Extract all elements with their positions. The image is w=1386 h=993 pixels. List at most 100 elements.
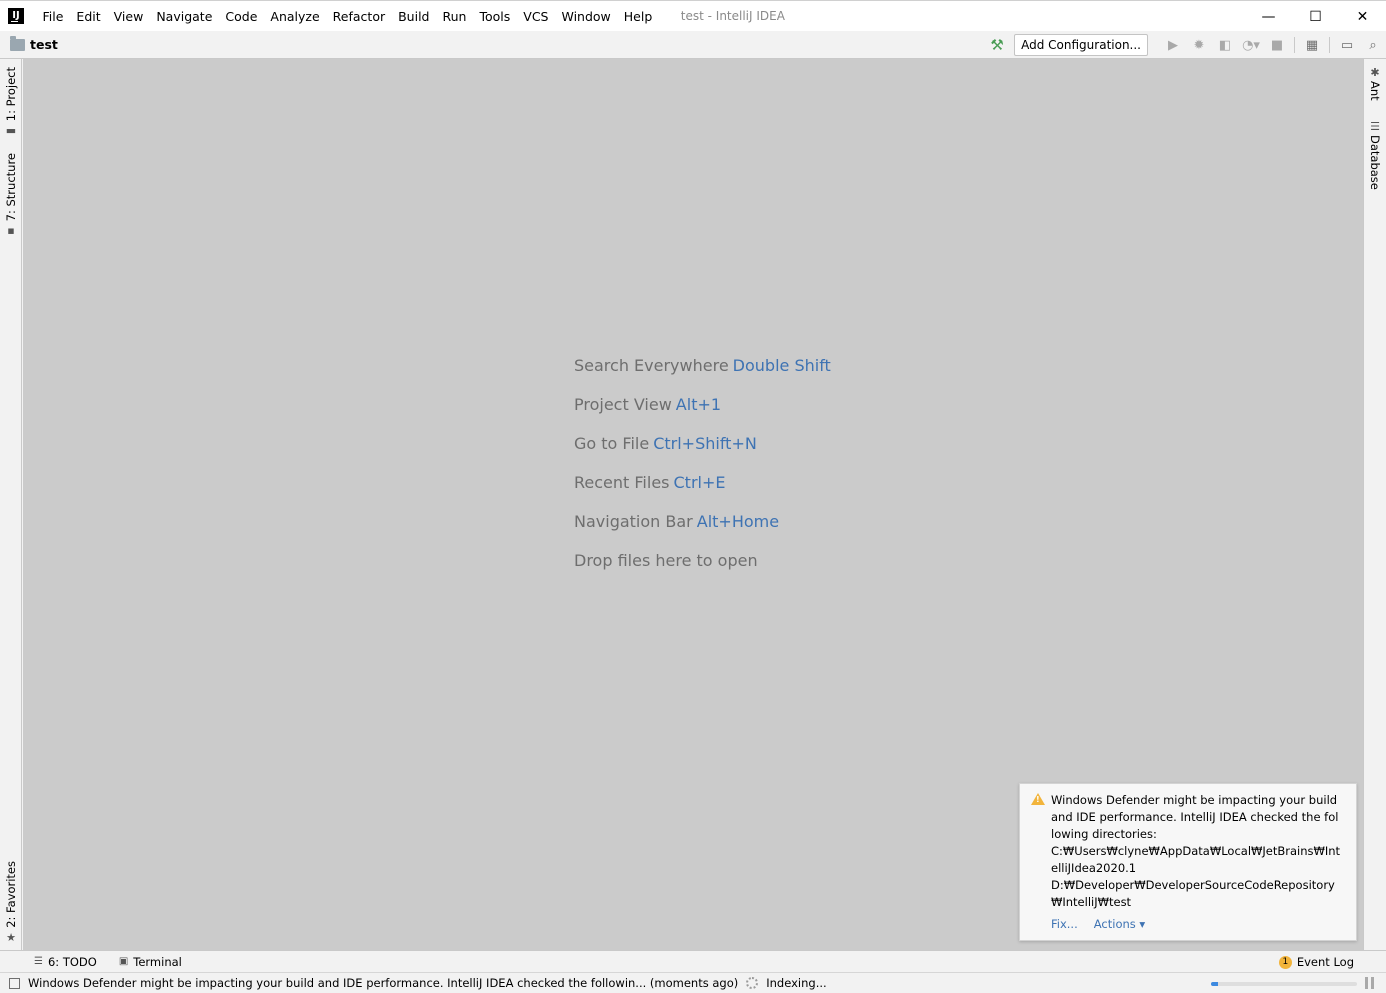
project-name: test [30, 37, 58, 52]
tab-database-label: Database [1368, 135, 1382, 190]
hint-text: Go to File [574, 434, 650, 453]
minimize-button[interactable]: — [1245, 1, 1292, 32]
spinner-icon [746, 977, 759, 989]
tab-ant[interactable]: ✱ Ant [1364, 67, 1386, 101]
folder-icon [10, 35, 25, 51]
hint-project-view: Project View Alt+1 [574, 394, 831, 433]
menu-code[interactable]: Code [219, 1, 264, 32]
menu-tools[interactable]: Tools [473, 1, 517, 32]
indexing-label[interactable]: Indexing... [766, 976, 826, 990]
project-breadcrumb[interactable]: test [10, 35, 58, 52]
profile-icon[interactable]: ◔▾ [1238, 34, 1264, 56]
tab-event-log-label: Event Log [1296, 955, 1354, 969]
tab-terminal-label: Terminal [133, 954, 182, 969]
main-menu: File Edit View Navigate Code Analyze Ref… [36, 1, 659, 32]
hint-shortcut: Alt+Home [696, 512, 780, 531]
windows-defender-notification: ! Windows Defender might be impacting yo… [1019, 783, 1357, 941]
todo-icon: ☰ [34, 956, 43, 967]
window-controls: — ☐ ✕ [1245, 1, 1386, 32]
tab-favorites[interactable]: 2: Favorites ★ [0, 861, 22, 943]
title-bar: IJ File Edit View Navigate Code Analyze … [0, 0, 1386, 31]
menu-window[interactable]: Window [555, 1, 617, 32]
menu-vcs[interactable]: VCS [517, 1, 555, 32]
intellij-app-icon[interactable]: IJ [8, 8, 24, 24]
notification-body: Windows Defender might be impacting your… [1051, 792, 1341, 911]
tab-structure-label: 7: Structure [4, 153, 18, 222]
notification-message: Windows Defender might be impacting your… [1051, 793, 1339, 841]
project-structure-icon[interactable]: ▦ [1299, 34, 1325, 56]
database-icon: ☰ [1370, 120, 1380, 133]
debug-icon[interactable]: ✹ [1186, 34, 1212, 56]
editor-hints: Search Everywhere Double Shift Project Vi… [574, 355, 831, 589]
toolbar-actions: ⚒ Add Configuration... ▶ ✹ ◧ ◔▾ ■ ▦ ▭ ⌕ [984, 31, 1386, 59]
hint-navigation-bar: Navigation Bar Alt+Home [574, 511, 831, 550]
close-button[interactable]: ✕ [1339, 1, 1386, 32]
tab-event-log[interactable]: 1 Event Log [1278, 951, 1354, 973]
hint-text: Navigation Bar [574, 512, 693, 531]
status-bar: Windows Defender might be impacting your… [0, 972, 1386, 993]
event-log-badge: 1 [1278, 955, 1292, 969]
notification-directory: C:₩Users₩clyne₩AppData₩Local₩JetBrains₩I… [1051, 844, 1341, 875]
hint-shortcut: Double Shift [732, 356, 831, 375]
actions-dropdown[interactable]: Actions ▾ [1094, 917, 1145, 931]
notification-directory: D:₩Developer₩DeveloperSourceCodeReposito… [1051, 878, 1335, 909]
tab-ant-label: Ant [1368, 81, 1382, 101]
warning-icon: ! [1031, 793, 1045, 805]
menu-build[interactable]: Build [392, 1, 436, 32]
tool-window-bar: ☰ 6: TODO ▣ Terminal 1 Event Log [0, 950, 1386, 972]
tab-favorites-label: 2: Favorites [4, 861, 18, 928]
menu-refactor[interactable]: Refactor [326, 1, 391, 32]
structure-icon: ▪ [7, 224, 15, 238]
status-message[interactable]: Windows Defender might be impacting your… [28, 976, 738, 990]
hint-search-everywhere: Search Everywhere Double Shift [574, 355, 831, 394]
tab-project-label: 1: Project [4, 67, 18, 122]
right-tool-stripe: ✱ Ant ☰ Database [1363, 59, 1386, 950]
coverage-icon[interactable]: ◧ [1212, 34, 1238, 56]
pause-icon[interactable] [1365, 977, 1374, 989]
hint-shortcut: Alt+1 [675, 395, 722, 414]
terminal-icon: ▣ [118, 956, 129, 967]
hint-shortcut: Ctrl+Shift+N [653, 434, 757, 453]
search-icon[interactable]: ⌕ [1360, 34, 1386, 56]
indexing-progress-bar[interactable] [1211, 982, 1357, 986]
sdk-icon[interactable]: ▭ [1334, 34, 1360, 56]
hint-drop-files: Drop files here to open [574, 550, 831, 589]
ant-icon: ✱ [1370, 66, 1380, 79]
hint-text: Drop files here to open [574, 551, 758, 570]
tab-project[interactable]: 1: Project ▬ [0, 67, 22, 136]
menu-file[interactable]: File [36, 1, 70, 32]
run-icon[interactable]: ▶ [1160, 34, 1186, 56]
folder-icon: ▬ [5, 124, 17, 138]
toolbar-separator [1294, 37, 1295, 53]
menu-edit[interactable]: Edit [70, 1, 107, 32]
tool-windows-toggle-icon[interactable] [9, 977, 20, 989]
toolbar-separator [1329, 37, 1330, 53]
tab-database[interactable]: ☰ Database [1364, 121, 1386, 190]
hint-shortcut: Ctrl+E [673, 473, 726, 492]
progress-fill [1211, 982, 1219, 986]
stop-icon[interactable]: ■ [1264, 34, 1290, 56]
left-tool-stripe: 1: Project ▬ 7: Structure ▪ 2: Favorites… [0, 59, 22, 950]
menu-view[interactable]: View [107, 1, 150, 32]
tab-todo[interactable]: ☰ 6: TODO [34, 955, 97, 969]
window-title: test - IntelliJ IDEA [680, 9, 785, 23]
navigation-toolbar: test ⚒ Add Configuration... ▶ ✹ ◧ ◔▾ ■ ▦… [0, 31, 1386, 59]
notification-actions: Fix... Actions ▾ [1051, 917, 1161, 931]
menu-help[interactable]: Help [617, 1, 659, 32]
hammer-icon[interactable]: ⚒ [984, 34, 1010, 56]
add-configuration-button[interactable]: Add Configuration... [1014, 34, 1148, 56]
tab-structure[interactable]: 7: Structure ▪ [0, 153, 22, 236]
hint-go-to-file: Go to File Ctrl+Shift+N [574, 433, 831, 472]
menu-run[interactable]: Run [436, 1, 473, 32]
menu-navigate[interactable]: Navigate [150, 1, 219, 32]
tab-terminal[interactable]: ▣ Terminal [119, 955, 182, 969]
hint-recent-files: Recent Files Ctrl+E [574, 472, 831, 511]
hint-text: Recent Files [574, 473, 670, 492]
tab-todo-label: 6: TODO [47, 954, 97, 969]
star-icon: ★ [6, 930, 16, 944]
maximize-button[interactable]: ☐ [1292, 1, 1339, 32]
menu-analyze[interactable]: Analyze [264, 1, 326, 32]
fix-link[interactable]: Fix... [1051, 917, 1078, 931]
hint-text: Project View [574, 395, 672, 414]
hint-text: Search Everywhere [574, 356, 729, 375]
